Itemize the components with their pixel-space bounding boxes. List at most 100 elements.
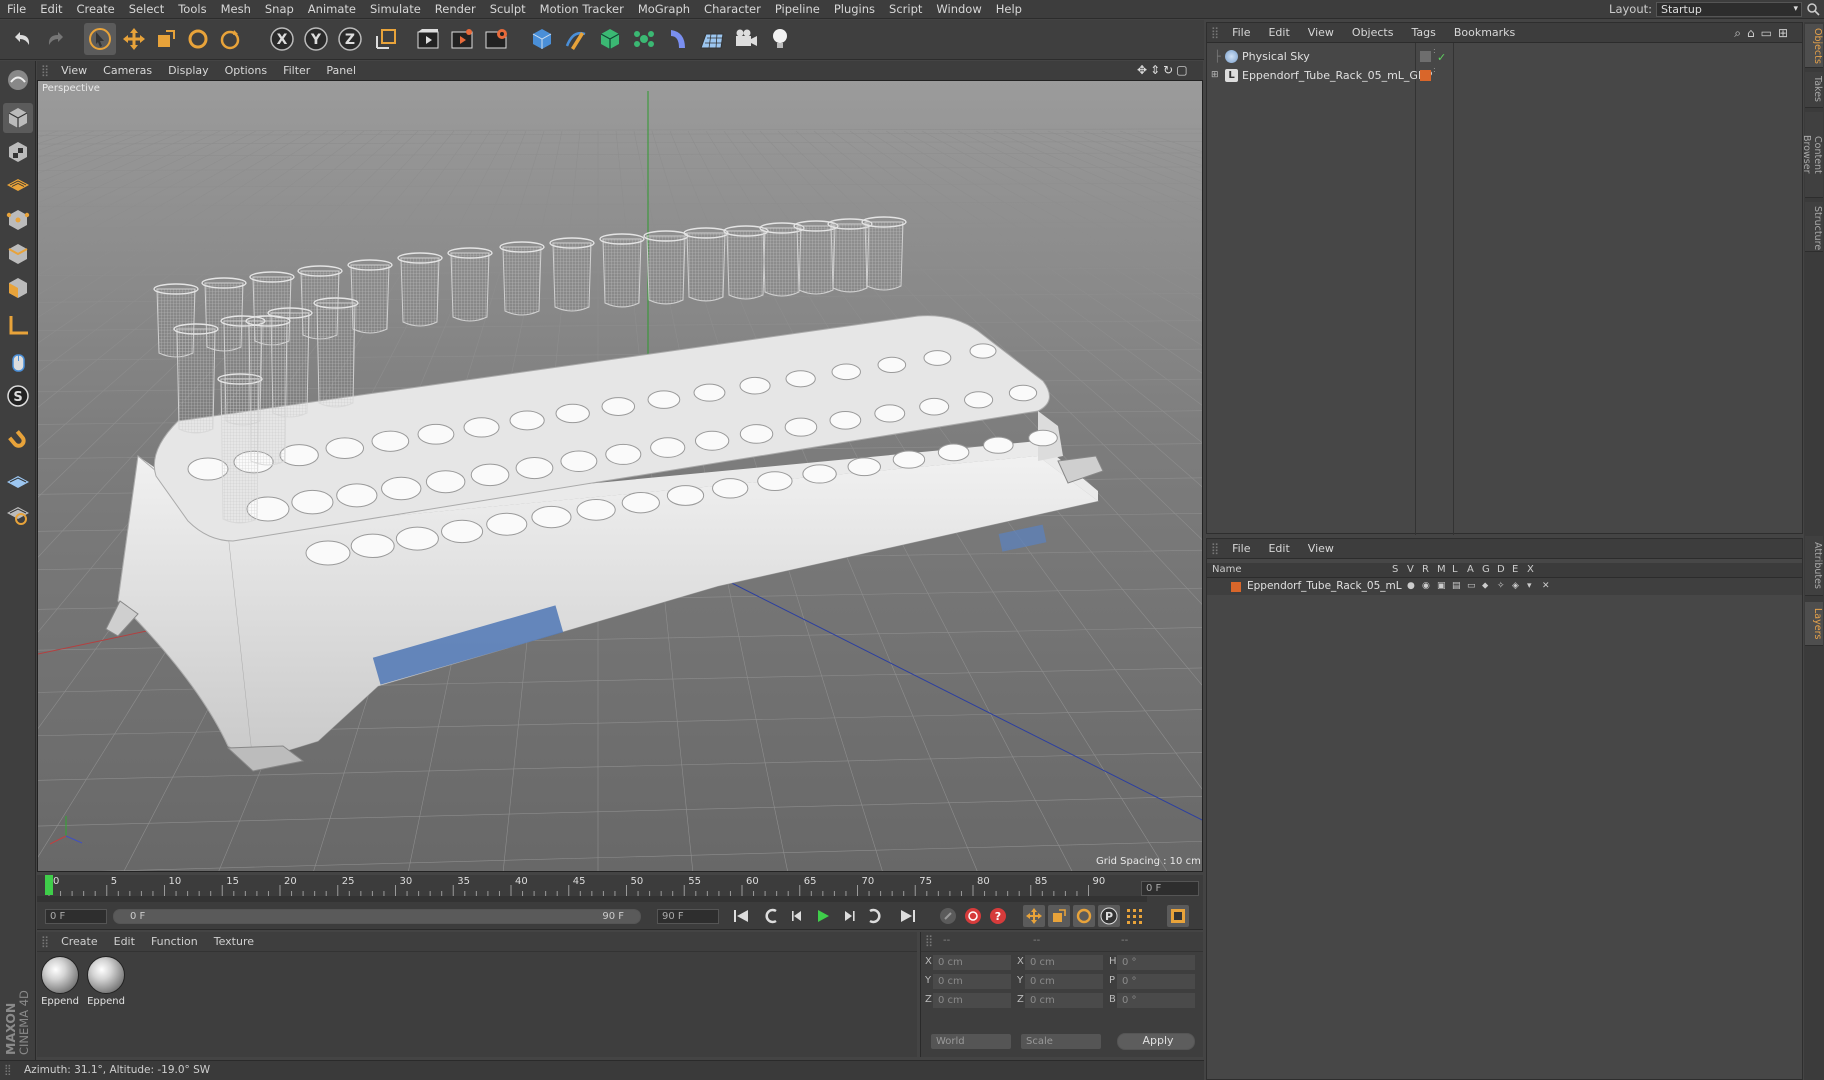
snap-icon[interactable] xyxy=(3,465,33,495)
viewport-menu-options[interactable]: Options xyxy=(217,61,275,80)
expand-icon[interactable]: ⊞ xyxy=(1778,26,1794,40)
start-frame-field[interactable]: 0 F xyxy=(45,909,107,924)
next-key-icon[interactable] xyxy=(864,905,886,927)
layer-column-v[interactable]: V xyxy=(1407,564,1414,575)
layer-color-swatch[interactable] xyxy=(1231,582,1241,592)
object-row[interactable]: ⊞ L Eppendorf_Tube_Rack_05_mL_GRP: xyxy=(1207,66,1804,85)
polygons-mode-icon[interactable] xyxy=(3,273,33,303)
coord-value-field[interactable]: 0 cm xyxy=(933,955,1011,970)
render-settings-icon[interactable] xyxy=(480,23,512,55)
coord-value-field[interactable]: 0 ° xyxy=(1117,974,1195,989)
axis-mode-icon[interactable] xyxy=(3,311,33,341)
end-frame-field[interactable]: 90 F xyxy=(657,909,719,924)
animation-flag-icon[interactable]: ⬥ xyxy=(1482,578,1488,595)
material-swatch[interactable]: Eppend xyxy=(86,956,126,1010)
pen-spline-icon[interactable] xyxy=(560,23,592,55)
go-to-start-icon[interactable] xyxy=(730,905,752,927)
layer-column-r[interactable]: R xyxy=(1422,564,1429,575)
layer-row[interactable]: Eppendorf_Tube_Rack_05_mL ● ◉ ▣ ▤ ▭ ⬥ ✧ ◈ ▾ ✕ xyxy=(1207,578,1802,595)
layer-column-name[interactable]: Name xyxy=(1212,564,1242,575)
cube-object-icon[interactable] xyxy=(526,23,558,55)
live-selection-icon[interactable] xyxy=(84,23,116,55)
tweak-mode-icon[interactable] xyxy=(3,347,33,377)
coord-value-field[interactable]: 0 cm xyxy=(1025,993,1103,1008)
redo-icon[interactable] xyxy=(40,23,72,55)
apply-button[interactable]: Apply xyxy=(1117,1033,1195,1050)
viewport-menu-filter[interactable]: Filter xyxy=(275,61,318,80)
coordinate-mode-select[interactable]: World xyxy=(931,1034,1011,1049)
generators-flag-icon[interactable]: ✧ xyxy=(1497,578,1505,595)
move-icon[interactable] xyxy=(118,23,150,55)
home-icon[interactable]: ⌂ xyxy=(1747,26,1761,40)
texture-mode-icon[interactable] xyxy=(3,137,33,167)
undo-icon[interactable] xyxy=(6,23,38,55)
menu-motion-tracker[interactable]: Motion Tracker xyxy=(533,0,631,19)
menu-snap[interactable]: Snap xyxy=(258,0,301,19)
side-tab-content-browser[interactable]: Content Browser xyxy=(1801,112,1823,198)
playhead[interactable] xyxy=(45,875,53,895)
enabled-check-icon[interactable]: ✓ xyxy=(1437,48,1446,67)
menu-plugins[interactable]: Plugins xyxy=(827,0,882,19)
points-mode-icon[interactable] xyxy=(3,205,33,235)
timeline-ruler[interactable]: 0 5 10 15 20 25 30 35 40 45 50 55 60 65 70 75 80 85 90 0 F xyxy=(37,875,1203,902)
x-axis-lock-icon[interactable]: X xyxy=(266,23,298,55)
object-menu-objects[interactable]: Objects xyxy=(1343,23,1403,43)
coordinate-system-icon[interactable] xyxy=(370,23,402,55)
rotate-view-icon[interactable]: ↻ xyxy=(1163,63,1173,78)
material-menu-create[interactable]: Create xyxy=(53,932,106,952)
side-tab-takes[interactable]: Takes xyxy=(1805,72,1823,108)
search-icon[interactable]: ⌕ xyxy=(1734,26,1747,40)
edges-mode-icon[interactable] xyxy=(3,239,33,269)
collapse-icon[interactable]: ▭ xyxy=(1761,26,1778,40)
next-frame-icon[interactable] xyxy=(838,905,860,927)
side-tab-objects[interactable]: Objects xyxy=(1805,24,1823,68)
render-view-icon[interactable] xyxy=(412,23,444,55)
expand-toggle-icon[interactable]: ⊞ xyxy=(1211,66,1219,85)
go-to-end-icon[interactable] xyxy=(897,905,919,927)
z-axis-lock-icon[interactable]: Z xyxy=(334,23,366,55)
side-tab-layers[interactable]: Layers xyxy=(1805,602,1823,646)
menu-mograph[interactable]: MoGraph xyxy=(631,0,697,19)
key-rotation-icon[interactable] xyxy=(1073,905,1095,927)
keyframe-selection-icon[interactable]: ? xyxy=(987,905,1009,927)
subdivision-surface-icon[interactable] xyxy=(594,23,626,55)
timeline-window-icon[interactable] xyxy=(1167,905,1189,927)
key-point-level-icon[interactable] xyxy=(1123,905,1145,927)
object-menu-tags[interactable]: Tags xyxy=(1402,23,1444,43)
rotate-icon[interactable] xyxy=(182,23,214,55)
key-position-icon[interactable] xyxy=(1023,905,1045,927)
material-menu-texture[interactable]: Texture xyxy=(206,932,262,952)
model-mode-icon[interactable] xyxy=(3,103,33,133)
coord-value-field[interactable]: 0 cm xyxy=(1025,955,1103,970)
layer-color-swatch[interactable] xyxy=(1420,70,1431,81)
material-menu-edit[interactable]: Edit xyxy=(106,932,143,952)
lock-flag-icon[interactable]: ▭ xyxy=(1467,578,1476,595)
toggle-view-icon[interactable]: ▢ xyxy=(1176,63,1187,78)
workplane-lock-icon[interactable] xyxy=(3,499,33,529)
xref-flag-icon[interactable]: ✕ xyxy=(1542,578,1550,595)
current-frame-field[interactable]: 0 F xyxy=(1141,881,1199,896)
manager-flag-icon[interactable]: ▤ xyxy=(1452,578,1461,595)
magnet-icon[interactable] xyxy=(3,425,33,455)
view-flag-icon[interactable]: ◉ xyxy=(1422,578,1430,595)
visibility-dots-icon[interactable]: : xyxy=(1433,47,1436,55)
scale-icon[interactable] xyxy=(150,23,182,55)
object-menu-edit[interactable]: Edit xyxy=(1259,23,1298,43)
menu-window[interactable]: Window xyxy=(929,0,988,19)
coord-value-field[interactable]: 0 cm xyxy=(1025,974,1103,989)
solo-flag-icon[interactable]: ● xyxy=(1407,578,1415,595)
previous-key-icon[interactable] xyxy=(760,905,782,927)
menu-tools[interactable]: Tools xyxy=(171,0,213,19)
layer-column-l[interactable]: L xyxy=(1452,564,1458,575)
recent-tool-icon[interactable] xyxy=(214,23,246,55)
deformers-flag-icon[interactable]: ◈ xyxy=(1512,578,1519,595)
viewport-menu-view[interactable]: View xyxy=(53,61,95,80)
menu-mesh[interactable]: Mesh xyxy=(214,0,258,19)
layer-column-e[interactable]: E xyxy=(1512,564,1518,575)
viewport-menu-cameras[interactable]: Cameras xyxy=(95,61,160,80)
side-tab-attributes[interactable]: Attributes xyxy=(1805,536,1823,596)
coord-value-field[interactable]: 0 ° xyxy=(1117,955,1195,970)
search-icon[interactable] xyxy=(1806,2,1821,17)
layout-select[interactable]: Startup xyxy=(1656,2,1802,17)
floor-icon[interactable] xyxy=(696,23,728,55)
